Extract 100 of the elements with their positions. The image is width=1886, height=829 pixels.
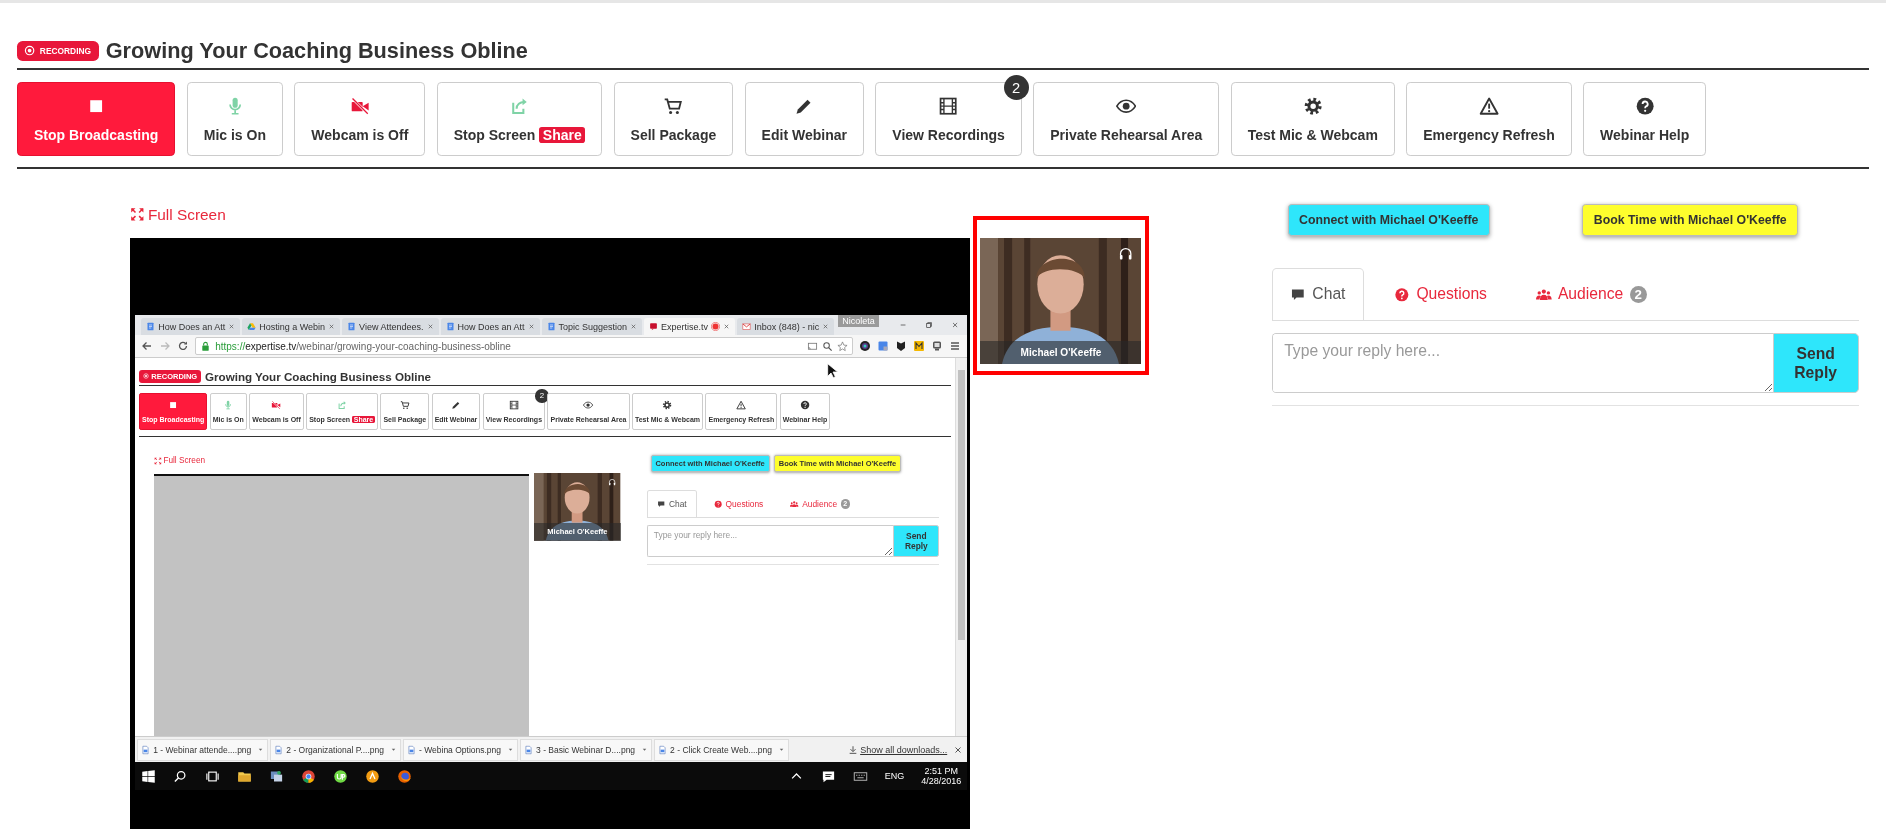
panel-tab[interactable]: Chat [1272,267,1364,320]
app-icon[interactable] [333,768,349,784]
panel-tab[interactable]: Chat [646,489,697,518]
panel-tab[interactable]: Audience 2 [1517,267,1666,320]
app-icon[interactable] [365,768,381,784]
toolbar-button[interactable]: Stop Screen Share [436,82,603,157]
full-screen-link[interactable]: Full Screen [153,455,529,467]
toolbar-button[interactable]: Webcam is Off [294,82,426,157]
file-name: - Webina Options.png [419,744,502,755]
toolbar-button[interactable]: Emergency Refresh [1406,82,1572,157]
record-icon [24,45,36,57]
close-icon[interactable] [630,323,638,331]
reply-field[interactable]: Type your reply here... [646,525,894,558]
file-name: 1 - Webinar attende....png [153,744,252,755]
help-icon [799,400,811,411]
download-item[interactable]: 1 - Webinar attende....png [137,738,269,761]
close-icon[interactable] [228,323,236,331]
browser-tab[interactable]: Hosting a Webin [242,318,341,336]
browser-icon[interactable] [397,768,413,784]
browser-tab[interactable]: View Attendees. [342,318,439,336]
close-icon[interactable] [822,323,830,331]
document-icon [347,322,357,332]
page-title: Growing Your Coaching Business Obline [105,38,528,64]
share-tag: Share [539,126,586,143]
browser-icon[interactable] [301,768,317,784]
tab-title: Hosting a Webin [259,321,326,332]
extension-icon[interactable] [895,340,908,353]
file-icon [141,744,151,755]
badge-label: RECORDING [39,46,92,56]
toolbar-button[interactable]: Webinar Help [1583,82,1707,157]
count-badge: 2 [1003,75,1029,101]
windows-icon[interactable] [141,768,157,784]
star-icon[interactable] [837,340,849,352]
show-all-downloads-link[interactable]: Show all downloads... [860,744,948,755]
help-icon [713,499,723,509]
file-icon [524,744,534,755]
eye-icon [583,400,594,411]
toolbar-button[interactable]: Edit Webinar [744,82,864,157]
mail-icon [742,322,752,332]
send-reply-button[interactable]: Send Reply [1772,333,1859,394]
download-item[interactable]: 3 - Basic Webinar D....png [520,738,653,761]
close-icon[interactable] [951,320,960,331]
settings-icon [662,400,673,411]
toolbar-button[interactable]: Private Rehearsal Area [1033,82,1220,157]
file-name: 2 - Click Create Web....png [670,744,772,755]
address-field[interactable]: https://expertise.tv/webinar/growing-your-coaching-business-obline [195,337,854,356]
search-icon[interactable] [822,340,834,352]
browser-tab[interactable]: Expertise.tv [644,318,736,336]
full-screen-link[interactable]: Full Screen [130,203,971,226]
warning-icon [736,400,747,411]
action-button[interactable]: Connect with Michael O'Keeffe [1287,203,1490,236]
tab-title: Topic Suggestion [558,321,628,332]
extension-icon[interactable] [859,340,872,353]
clock-date: 4/28/2016 [921,776,962,788]
app-icon[interactable] [269,768,285,784]
extension-icon[interactable] [913,340,926,353]
download-item[interactable]: - Webina Options.png [403,738,519,761]
scrollbar[interactable] [955,358,968,737]
panel-tab[interactable]: Questions [1376,267,1506,320]
download-item[interactable]: 2 - Organizational P....png [270,738,401,761]
close-icon[interactable] [723,323,731,331]
menu-icon[interactable] [949,340,962,353]
tab-title: How Does an Att [158,321,226,332]
reply-field[interactable]: Type your reply here... [1272,333,1773,394]
close-icon[interactable] [527,323,535,331]
expand-icon [153,457,162,465]
browser-tab[interactable]: Topic Suggestion [541,318,643,336]
record-icon [143,373,150,380]
file-name: 3 - Basic Webinar D....png [536,744,636,755]
browser-tab[interactable]: How Does an Att [141,318,241,336]
send-reply-button[interactable]: Send Reply [893,525,940,558]
screen-icon[interactable] [807,340,819,352]
toolbar-button[interactable]: Test Mic & Webcam [1230,82,1395,157]
close-icon[interactable] [953,744,964,755]
browser-tab[interactable]: How Does an Att [440,318,540,336]
language-label: ENG [884,771,905,782]
task-view-icon[interactable] [205,768,221,784]
reload-icon[interactable] [177,340,190,353]
restore-icon[interactable] [924,320,933,331]
stop-icon [168,400,179,411]
toolbar-button[interactable]: Stop Broadcasting [16,82,176,157]
extension-icon[interactable] [931,340,944,353]
document-icon [146,322,156,332]
action-button[interactable]: Book Time with Michael O'Keeffe [1582,203,1799,236]
file-name: 2 - Organizational P....png [286,744,384,755]
file-icon [274,744,284,755]
close-icon[interactable] [328,323,336,331]
expand-icon [130,207,145,222]
warning-icon [1478,95,1500,117]
participant-name: Michael O'Keeffe [980,340,1142,364]
document-icon [546,322,556,332]
browser-tab[interactable]: Inbox (848) - nic [737,318,835,336]
download-item[interactable]: 2 - Click Create Web....png [654,738,789,761]
toolbar-button[interactable]: Sell Package [613,82,734,157]
headset-icon [1117,246,1134,262]
toolbar-button[interactable]: Mic is On [186,82,284,157]
panel-tab[interactable]: Questions [703,489,774,518]
microphone-icon [223,400,234,411]
close-icon[interactable] [426,323,434,331]
help-icon [1634,95,1655,117]
